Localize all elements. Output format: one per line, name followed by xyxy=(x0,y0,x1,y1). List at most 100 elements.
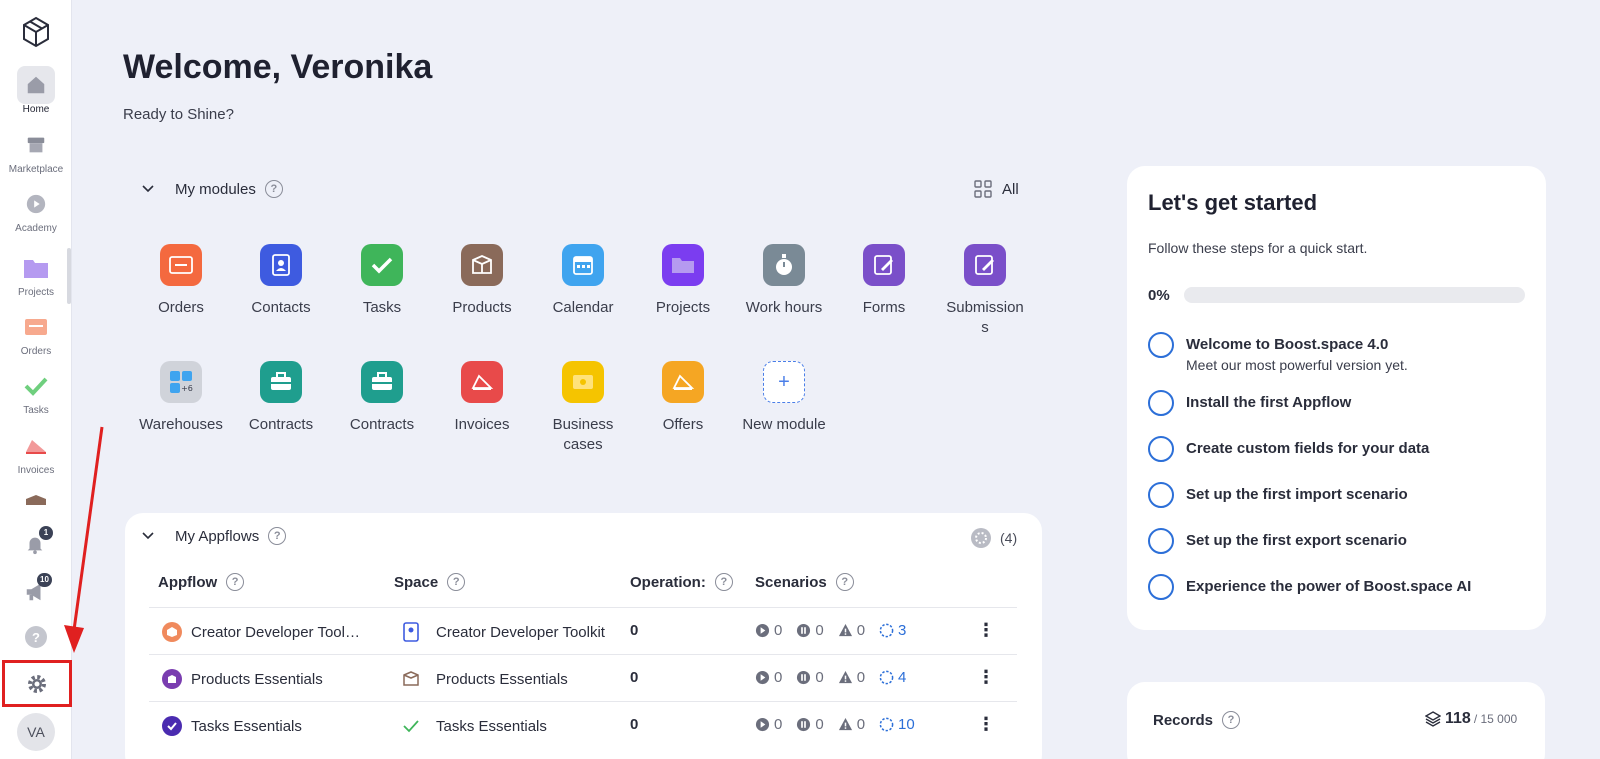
module-label: Offers xyxy=(662,416,704,433)
module-forms[interactable]: Forms xyxy=(836,244,932,318)
chevron-down-icon[interactable] xyxy=(141,182,155,196)
submission-icon xyxy=(964,244,1006,286)
table-row[interactable]: Products Essentials Products Essentials … xyxy=(149,654,1017,701)
module-invoices[interactable]: Invoices xyxy=(434,361,530,435)
module-business-cases[interactable]: Business cases xyxy=(535,361,631,455)
column-label: Space xyxy=(394,573,439,591)
step-circle-icon[interactable] xyxy=(1148,436,1174,462)
module-tasks[interactable]: Tasks xyxy=(334,244,430,318)
sidebar-item-home[interactable]: Home xyxy=(0,66,72,115)
appflows-section-header[interactable]: My Appflows ? xyxy=(141,527,287,545)
help-button[interactable]: ? xyxy=(25,626,47,648)
step-circle-icon[interactable] xyxy=(1148,528,1174,554)
check-icon xyxy=(403,720,419,733)
appflow-icon xyxy=(162,622,182,642)
contacts-icon xyxy=(403,622,419,642)
row-menu-icon[interactable]: ⋮ xyxy=(977,620,995,641)
module-offers[interactable]: Offers xyxy=(635,361,731,435)
sidebar-item-tasks[interactable]: Tasks xyxy=(0,367,72,416)
records-title: Records xyxy=(1153,711,1214,729)
column-label: Appflow xyxy=(158,573,218,591)
avatar[interactable]: VA xyxy=(17,713,55,751)
module-warehouses[interactable]: +6 Warehouses xyxy=(133,361,229,435)
records-count: 118 xyxy=(1445,710,1471,727)
all-modules-label: All xyxy=(1002,180,1019,198)
paused-stat: 0 xyxy=(796,669,824,686)
announcements-badge: 10 xyxy=(37,573,52,587)
announcements-button[interactable]: 10 xyxy=(23,573,52,605)
box-icon[interactable] xyxy=(24,495,48,505)
module-orders[interactable]: Orders xyxy=(133,244,229,318)
module-contracts-2[interactable]: Contracts xyxy=(334,361,430,435)
column-header-scenarios[interactable]: Scenarios? xyxy=(755,573,854,591)
module-calendar[interactable]: Calendar xyxy=(535,244,631,318)
module-label: Projects xyxy=(655,299,711,316)
all-modules-button[interactable]: All xyxy=(974,180,1019,198)
appflows-section-title: My Appflows xyxy=(175,527,260,545)
module-projects[interactable]: Projects xyxy=(635,244,731,318)
help-icon[interactable]: ? xyxy=(264,180,283,198)
box-icon xyxy=(403,671,419,686)
modules-section-header[interactable]: My modules ? xyxy=(141,180,283,198)
total-stat[interactable]: 10 xyxy=(879,716,915,733)
appflows-count: (4) xyxy=(970,527,1017,549)
column-header-appflow[interactable]: Appflow? xyxy=(158,573,245,591)
help-icon[interactable]: ? xyxy=(1222,711,1241,729)
invoice-icon xyxy=(17,427,55,465)
step-circle-icon[interactable] xyxy=(1148,574,1174,600)
step-welcome[interactable]: Welcome to Boost.space 4.0 Meet our most … xyxy=(1148,332,1408,375)
new-module-button[interactable]: + New module xyxy=(736,361,832,435)
help-icon[interactable]: ? xyxy=(447,573,466,591)
layers-icon xyxy=(1425,711,1441,727)
sidebar-item-projects[interactable]: Projects xyxy=(0,249,72,298)
table-row[interactable]: Creator Developer Tool… Creator Develope… xyxy=(149,607,1017,654)
settings-button[interactable] xyxy=(2,660,72,707)
step-export-scenario[interactable]: Set up the first export scenario xyxy=(1148,528,1407,554)
module-label: Contracts xyxy=(349,416,415,433)
step-custom-fields[interactable]: Create custom fields for your data xyxy=(1148,436,1429,462)
step-ai[interactable]: Experience the power of Boost.space AI xyxy=(1148,574,1471,600)
sidebar-scrollbar[interactable] xyxy=(67,248,71,304)
pause-icon xyxy=(797,623,811,638)
column-header-operations[interactable]: Operation:? xyxy=(630,573,733,591)
row-menu-icon[interactable]: ⋮ xyxy=(977,667,995,688)
table-row[interactable]: Tasks Essentials Tasks Essentials 0 0 0 … xyxy=(149,701,1017,748)
progress-bar xyxy=(1184,287,1525,303)
help-icon[interactable]: ? xyxy=(268,527,287,545)
sidebar-item-academy[interactable]: Academy xyxy=(0,185,72,234)
running-stat: 0 xyxy=(755,716,782,733)
step-install-appflow[interactable]: Install the first Appflow xyxy=(1148,390,1351,416)
help-icon[interactable]: ? xyxy=(835,573,854,591)
total-stat[interactable]: 4 xyxy=(879,669,906,686)
step-import-scenario[interactable]: Set up the first import scenario xyxy=(1148,482,1408,508)
step-circle-icon[interactable] xyxy=(1148,390,1174,416)
help-icon[interactable]: ? xyxy=(226,573,245,591)
scenarios-cell: 0 0 0 3 xyxy=(755,622,920,639)
step-circle-icon[interactable] xyxy=(1148,482,1174,508)
module-contacts[interactable]: Contacts xyxy=(233,244,329,318)
chevron-down-icon[interactable] xyxy=(141,529,155,543)
notifications-button[interactable]: 1 xyxy=(24,526,53,557)
module-label: Submission s xyxy=(946,299,1024,336)
sidebar-item-marketplace[interactable]: Marketplace xyxy=(0,126,72,175)
module-submissions[interactable]: Submission s xyxy=(937,244,1033,338)
total-stat[interactable]: 3 xyxy=(879,622,906,639)
records-value: 118 / 15 000 xyxy=(1425,710,1517,728)
column-header-space[interactable]: Space? xyxy=(394,573,466,591)
help-icon[interactable]: ? xyxy=(714,573,733,591)
sidebar-item-label: Projects xyxy=(17,287,55,298)
boost-space-logo-icon[interactable] xyxy=(20,16,52,48)
sidebar-item-orders[interactable]: Orders xyxy=(0,308,72,357)
question-icon: ? xyxy=(32,629,40,645)
modules-section-title: My modules xyxy=(175,180,256,198)
progress-label: 0% xyxy=(1148,287,1170,304)
scenarios-icon xyxy=(879,623,894,638)
module-products[interactable]: Products xyxy=(434,244,530,318)
module-contracts[interactable]: Contracts xyxy=(233,361,329,435)
module-work-hours[interactable]: Work hours xyxy=(736,244,832,318)
operations-cell: 0 xyxy=(630,622,639,639)
step-circle-icon[interactable] xyxy=(1148,332,1174,358)
home-icon xyxy=(17,66,55,104)
row-menu-icon[interactable]: ⋮ xyxy=(977,714,995,735)
space-name: Products Essentials xyxy=(436,670,568,688)
